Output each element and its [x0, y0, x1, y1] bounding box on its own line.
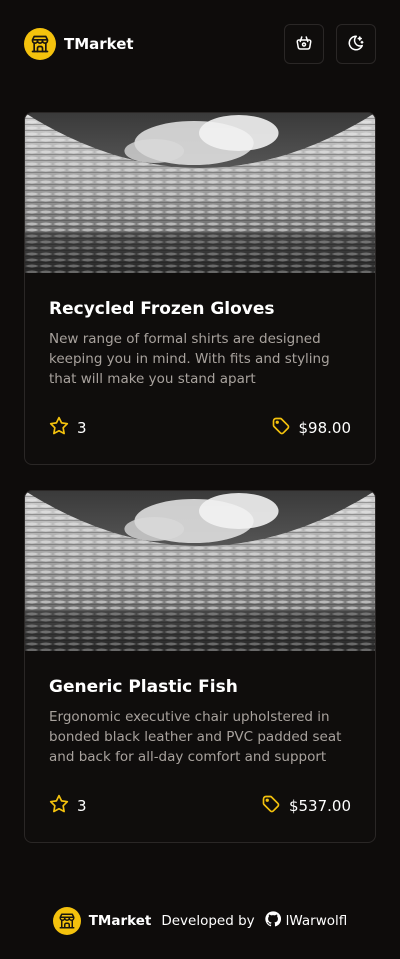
tag-icon — [271, 416, 291, 440]
product-price: $98.00 — [271, 416, 352, 440]
product-title[interactable]: Generic Plastic Fish — [49, 675, 351, 699]
card-body: Recycled Frozen Gloves New range of form… — [25, 273, 375, 389]
product-rating: 3 — [49, 416, 87, 440]
rating-value: 3 — [77, 419, 87, 437]
basket-icon — [295, 34, 313, 55]
product-description: Ergonomic executive chair upholstered in… — [49, 709, 342, 765]
product-image — [25, 491, 375, 651]
store-logo-icon — [24, 28, 56, 60]
product-description: New range of formal shirts are designed … — [49, 331, 330, 387]
product-price: $537.00 — [261, 794, 351, 818]
footer-brand: TMarket — [88, 913, 152, 929]
price-value: $98.00 — [298, 419, 352, 437]
store-logo-icon — [52, 907, 81, 935]
footer: TMarket Developed by lWarwolfl — [0, 906, 400, 936]
star-icon — [49, 416, 69, 440]
product-rating: 3 — [49, 794, 87, 818]
rating-value: 3 — [77, 797, 87, 815]
brand-link[interactable]: TMarket — [24, 28, 134, 60]
card-footer: 3 $98.00 — [49, 416, 351, 440]
header-actions — [284, 24, 376, 64]
product-title[interactable]: Recycled Frozen Gloves — [49, 297, 351, 321]
developed-by-text: Developed by — [161, 913, 255, 929]
product-card[interactable]: Generic Plastic Fish Ergonomic executive… — [24, 490, 376, 843]
page: TMarket Recycled Frozen Gloves New range… — [0, 0, 400, 959]
header: TMarket — [24, 24, 376, 64]
card-footer: 3 $537.00 — [49, 794, 351, 818]
price-value: $537.00 — [288, 797, 351, 815]
cart-button[interactable] — [284, 24, 324, 64]
brand-name: TMarket — [64, 35, 134, 53]
github-icon — [264, 911, 281, 931]
tag-icon — [261, 794, 281, 818]
product-image — [25, 113, 375, 273]
star-icon — [49, 794, 69, 818]
card-body: Generic Plastic Fish Ergonomic executive… — [25, 651, 375, 767]
author-name: lWarwolfl — [285, 913, 348, 929]
product-card[interactable]: Recycled Frozen Gloves New range of form… — [24, 112, 376, 465]
author-github-link[interactable]: lWarwolfl — [264, 911, 348, 931]
moon-stars-icon — [347, 34, 365, 55]
theme-toggle-button[interactable] — [336, 24, 376, 64]
